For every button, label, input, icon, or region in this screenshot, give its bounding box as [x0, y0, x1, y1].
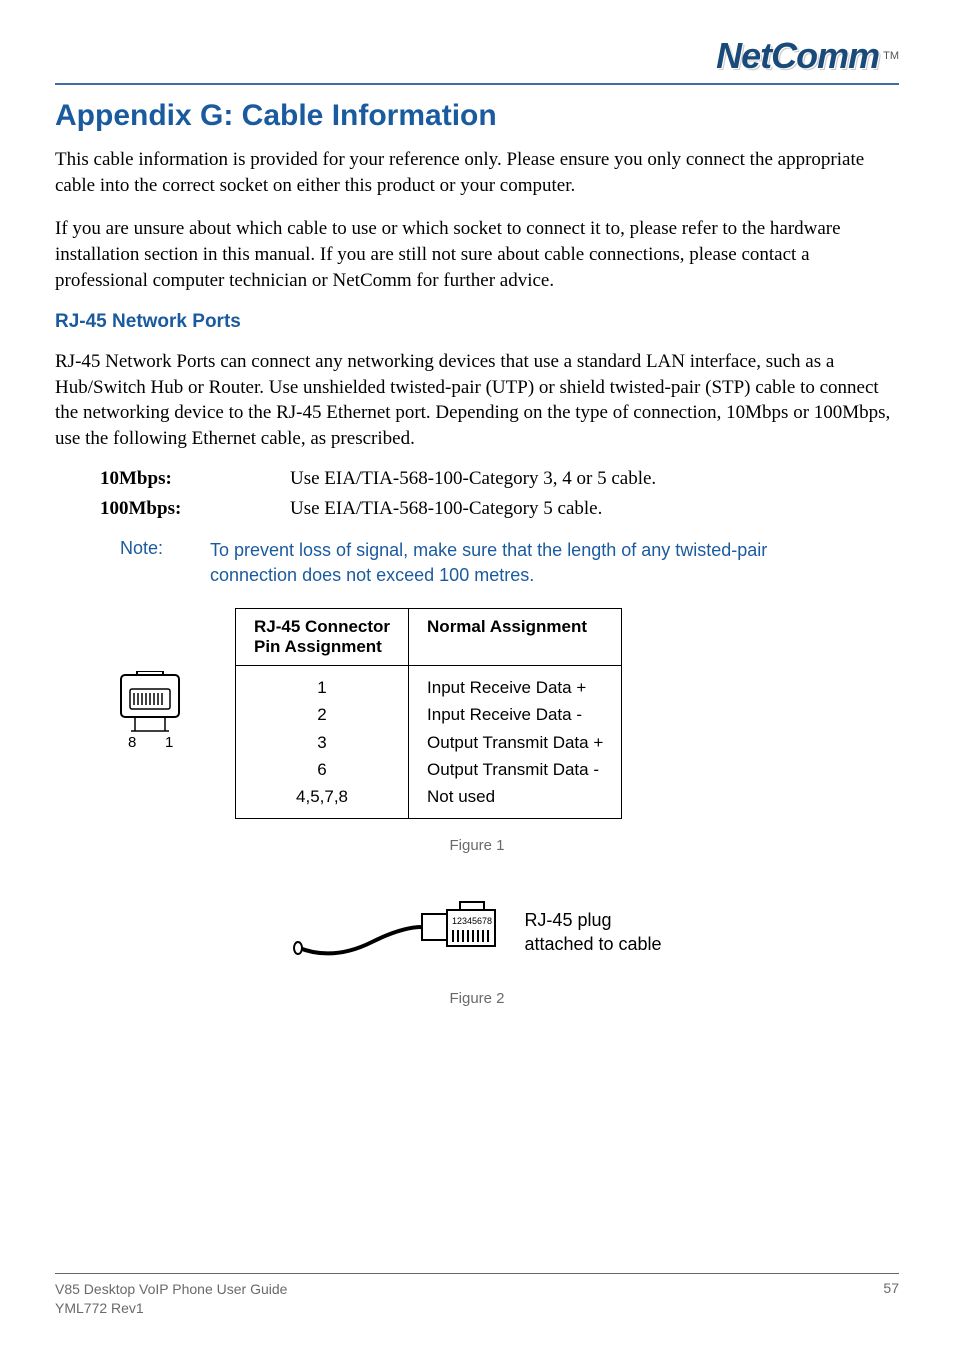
plug-pin-numbers: 12345678 — [452, 916, 492, 926]
figure-2-block: 12345678 RJ-45 plug attached to cable — [55, 892, 899, 972]
section-rj45: RJ-45 Network Ports — [55, 311, 899, 333]
figure-2-caption: Figure 2 — [55, 990, 899, 1007]
page-title: Appendix G: Cable Information — [55, 99, 899, 133]
rj45-paragraph: RJ-45 Network Ports can connect any netw… — [55, 349, 899, 452]
spec-value: Use EIA/TIA-568-100-Category 5 cable. — [290, 498, 602, 520]
footer-revision: YML772 Rev1 — [55, 1299, 287, 1319]
pin-label-8: 8 — [128, 734, 136, 751]
figure-1-caption: Figure 1 — [55, 837, 899, 854]
table-header-normal: Normal Assignment — [409, 609, 622, 666]
intro-paragraph-2: If you are unsure about which cable to u… — [55, 216, 899, 293]
pin-table-block: 8 1 RJ-45 Connector Pin Assignment Norma… — [55, 608, 899, 819]
intro-paragraph-1: This cable information is provided for y… — [55, 147, 899, 198]
spec-label: 10Mbps: — [100, 468, 290, 490]
rj45-plug-cable-icon: 12345678 — [292, 892, 512, 972]
spec-value: Use EIA/TIA-568-100-Category 3, 4 or 5 c… — [290, 468, 656, 490]
brand-logo: NetComm — [716, 35, 879, 77]
pin-label-1: 1 — [165, 734, 173, 751]
header-bar: NetComm TM — [55, 35, 899, 85]
trademark-symbol: TM — [883, 50, 899, 62]
rj45-connector-diagram: 8 1 — [115, 671, 185, 756]
plug-label: RJ-45 plug attached to cable — [524, 908, 661, 957]
spec-row-100mbps: 100Mbps: Use EIA/TIA-568-100-Category 5 … — [55, 498, 899, 520]
table-header-pin: RJ-45 Connector Pin Assignment — [236, 609, 409, 666]
table-cell-assignments: Input Receive Data + Input Receive Data … — [409, 666, 622, 819]
footer-page-number: 57 — [883, 1280, 899, 1296]
rj45-connector-icon: 8 1 — [115, 671, 185, 751]
footer-guide-title: V85 Desktop VoIP Phone User Guide — [55, 1280, 287, 1300]
note-body: To prevent loss of signal, make sure tha… — [210, 538, 859, 588]
page-footer: V85 Desktop VoIP Phone User Guide YML772… — [55, 1273, 899, 1319]
table-cell-pins: 1 2 3 6 4,5,7,8 — [236, 666, 409, 819]
pin-assignment-table: RJ-45 Connector Pin Assignment Normal As… — [235, 608, 622, 819]
note-label: Note: — [120, 538, 210, 588]
note-block: Note: To prevent loss of signal, make su… — [55, 538, 899, 588]
spec-row-10mbps: 10Mbps: Use EIA/TIA-568-100-Category 3, … — [55, 468, 899, 490]
spec-label: 100Mbps: — [100, 498, 290, 520]
